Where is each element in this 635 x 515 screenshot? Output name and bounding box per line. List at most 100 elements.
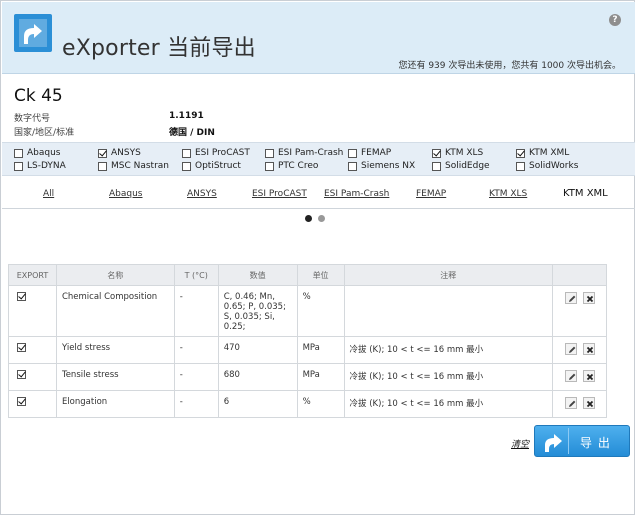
format-option[interactable]: FEMAP bbox=[348, 148, 391, 158]
tab-ktm-xml[interactable]: KTM XML bbox=[563, 188, 608, 199]
format-label: OptiStruct bbox=[195, 161, 241, 171]
number-code-value: 1.1191 bbox=[169, 111, 204, 121]
format-option[interactable]: KTM XLS bbox=[432, 148, 483, 158]
format-checkbox[interactable] bbox=[182, 161, 191, 171]
format-checkbox[interactable] bbox=[516, 148, 525, 158]
format-checkbox[interactable] bbox=[265, 148, 274, 158]
name-cell: Tensile stress bbox=[55, 363, 175, 391]
format-label: SolidEdge bbox=[445, 161, 490, 171]
format-checkbox[interactable] bbox=[14, 161, 23, 171]
app-title: eXporter 当前导出 bbox=[62, 36, 256, 61]
export-cell bbox=[8, 336, 57, 364]
table-row: Tensile stress -680 MPa 冷拔 (K); 10 < t <= 1… bbox=[8, 363, 607, 391]
help-icon[interactable]: ? bbox=[609, 14, 621, 26]
format-label: PTC Creo bbox=[278, 161, 319, 171]
standard-label: 国家/地区/标准 bbox=[14, 128, 75, 138]
format-checkbox[interactable] bbox=[348, 148, 357, 158]
format-option[interactable]: PTC Creo bbox=[265, 161, 318, 171]
tab-femap[interactable]: FEMAP bbox=[416, 189, 446, 199]
format-option[interactable]: SolidEdge bbox=[432, 161, 490, 171]
tab-ansys[interactable]: ANSYS bbox=[187, 189, 217, 199]
close-icon[interactable] bbox=[582, 370, 595, 382]
format-checkbox[interactable] bbox=[98, 148, 107, 158]
table-row: Chemical Composition - C, 0.46; Mn, 0.65; … bbox=[8, 285, 607, 337]
export-cell bbox=[8, 285, 57, 337]
actions-cell bbox=[552, 336, 607, 364]
col-value: 数值 bbox=[217, 264, 298, 286]
export-cell bbox=[8, 363, 57, 391]
table-row: Yield stress -470 MPa 冷拔 (K); 10 < t <= 16 … bbox=[8, 336, 607, 364]
format-checkbox[interactable] bbox=[432, 161, 441, 171]
col-actions bbox=[552, 264, 607, 286]
name-cell: Elongation bbox=[55, 390, 175, 418]
format-option[interactable]: Siemens NX bbox=[348, 161, 415, 171]
row-export-checkbox[interactable] bbox=[17, 343, 26, 352]
format-option[interactable]: LS-DYNA bbox=[14, 161, 66, 171]
row-export-checkbox[interactable] bbox=[17, 292, 26, 301]
format-checkbox[interactable] bbox=[98, 161, 107, 171]
value-cell: C, 0.46; Mn, 0.65; P, 0.035; S, 0.035; S… bbox=[217, 285, 298, 337]
format-label: KTM XML bbox=[529, 148, 570, 158]
pager-dot[interactable] bbox=[305, 215, 312, 222]
format-option[interactable]: KTM XML bbox=[516, 148, 569, 158]
format-checkbox[interactable] bbox=[182, 148, 191, 158]
pencil-icon[interactable] bbox=[564, 397, 577, 409]
format-checkbox[interactable] bbox=[265, 161, 274, 171]
temp-cell: - bbox=[173, 363, 219, 391]
format-label: LS-DYNA bbox=[27, 161, 66, 171]
format-option[interactable]: SolidWorks bbox=[516, 161, 578, 171]
close-icon[interactable] bbox=[582, 343, 595, 355]
number-code-label: 数字代号 bbox=[14, 114, 51, 124]
export-arrow-icon bbox=[14, 14, 52, 52]
pencil-icon[interactable] bbox=[564, 343, 577, 355]
pencil-icon[interactable] bbox=[564, 370, 577, 382]
col-temp: T (°C) bbox=[173, 264, 219, 286]
export-button-label: 导 出 bbox=[580, 436, 611, 450]
format-label: SolidWorks bbox=[529, 161, 579, 171]
app-window: eXporter 当前导出 ? 您还有 939 次导出未使用，您共有 1000 … bbox=[0, 0, 635, 515]
format-label: Siemens NX bbox=[361, 161, 416, 171]
format-label: ESI Pam-Crash bbox=[278, 148, 344, 158]
format-label: MSC Nastran bbox=[111, 161, 170, 171]
row-export-checkbox[interactable] bbox=[17, 370, 26, 379]
quota-text: 您还有 939 次导出未使用，您共有 1000 次导出机会。 bbox=[398, 61, 621, 71]
properties-table: EXPORT 名称 T (°C) 数值 单位 注释 Chemical Compo… bbox=[8, 264, 607, 418]
tab-esi-pam-crash[interactable]: ESI Pam-Crash bbox=[324, 189, 389, 199]
row-export-checkbox[interactable] bbox=[17, 397, 26, 406]
name-cell: Chemical Composition bbox=[55, 285, 175, 337]
clear-link[interactable]: 清空 bbox=[511, 437, 529, 450]
name-cell: Yield stress bbox=[55, 336, 175, 364]
format-option[interactable]: MSC Nastran bbox=[98, 161, 169, 171]
tab-ktm-xls[interactable]: KTM XLS bbox=[489, 189, 527, 199]
temp-cell: - bbox=[173, 390, 219, 418]
format-option[interactable]: ESI Pam-Crash bbox=[265, 148, 343, 158]
unit-cell: % bbox=[296, 285, 345, 337]
header-bar: eXporter 当前导出 ? 您还有 939 次导出未使用，您共有 1000 … bbox=[2, 2, 635, 74]
pencil-icon[interactable] bbox=[564, 292, 577, 304]
value-cell: 680 bbox=[217, 363, 298, 391]
format-checkbox[interactable] bbox=[348, 161, 357, 171]
tab-esi-procast[interactable]: ESI ProCAST bbox=[252, 189, 307, 199]
tab-abaqus[interactable]: Abaqus bbox=[109, 189, 143, 199]
pager-dot[interactable] bbox=[318, 215, 325, 222]
format-checkbox[interactable] bbox=[516, 161, 525, 171]
col-export: EXPORT bbox=[8, 264, 57, 286]
format-option[interactable]: Abaqus bbox=[14, 148, 61, 158]
close-icon[interactable] bbox=[582, 397, 595, 409]
format-checkbox[interactable] bbox=[14, 148, 23, 158]
col-name: 名称 bbox=[55, 264, 175, 286]
format-label: ANSYS bbox=[111, 148, 141, 158]
col-note: 注释 bbox=[343, 264, 554, 286]
table-row: Elongation -6% 冷拔 (K); 10 < t <= 16 mm 最小 bbox=[8, 390, 607, 418]
format-option[interactable]: ANSYS bbox=[98, 148, 141, 158]
format-checkbox[interactable] bbox=[432, 148, 441, 158]
export-button[interactable]: 导 出 bbox=[534, 425, 630, 457]
close-icon[interactable] bbox=[582, 292, 595, 304]
tab-all[interactable]: All bbox=[43, 189, 54, 199]
format-label: KTM XLS bbox=[445, 148, 484, 158]
note-cell: 冷拔 (K); 10 < t <= 16 mm 最小 bbox=[343, 336, 554, 364]
format-label: ESI ProCAST bbox=[195, 148, 250, 158]
format-label: FEMAP bbox=[361, 148, 392, 158]
format-option[interactable]: ESI ProCAST bbox=[182, 148, 250, 158]
format-option[interactable]: OptiStruct bbox=[182, 161, 241, 171]
